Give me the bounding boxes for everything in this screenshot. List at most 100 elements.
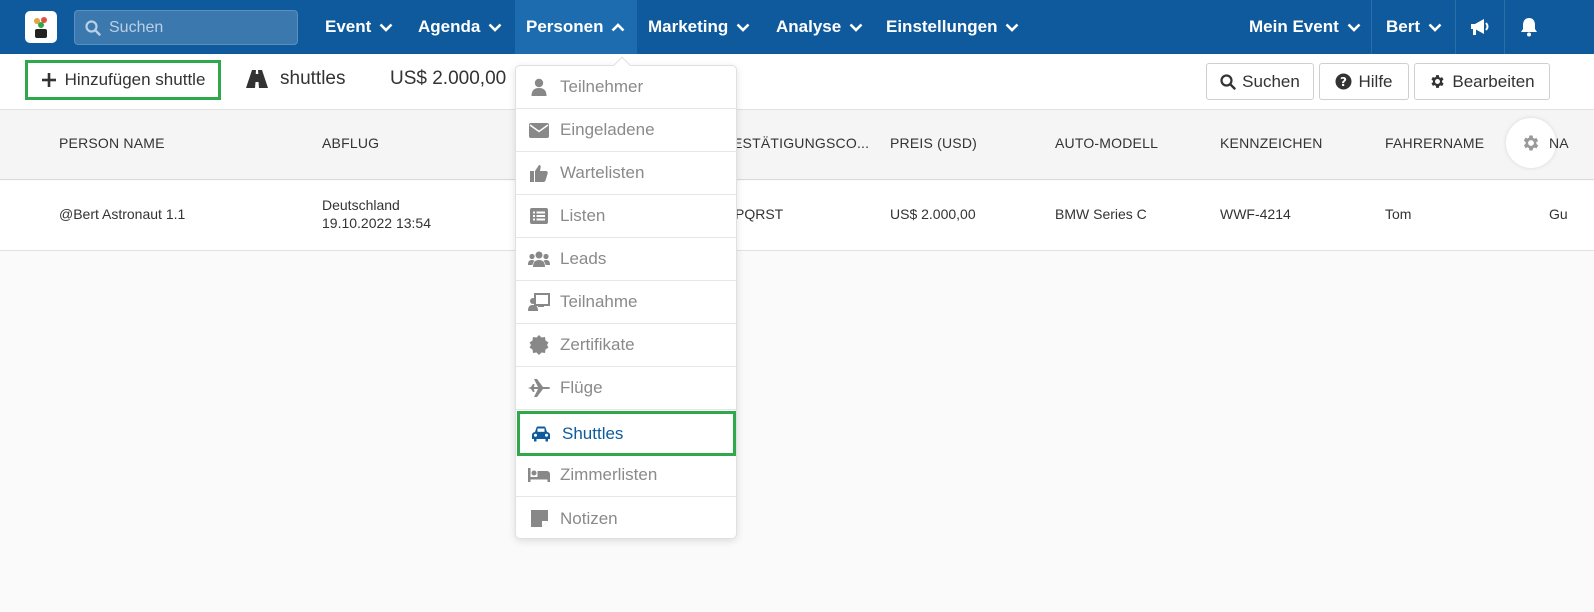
table-header: PERSON NAME ABFLUG ESTÄTIGUNGSCO... PREI… bbox=[0, 110, 1594, 180]
chevron-down-icon bbox=[488, 23, 502, 32]
nav-item-analyse[interactable]: Analyse bbox=[765, 0, 874, 54]
page-toolbar: Hinzufügen shuttle shuttles US$ 2.000,00… bbox=[0, 54, 1594, 110]
column-header[interactable]: ABFLUG bbox=[322, 135, 379, 151]
menu-item-label: Teilnahme bbox=[560, 292, 638, 311]
gear-icon bbox=[1523, 135, 1539, 151]
menu-item-wartelisten[interactable]: Wartelisten bbox=[516, 152, 736, 195]
menu-item-label: Zertifikate bbox=[560, 335, 635, 354]
bell-icon bbox=[1521, 18, 1537, 37]
plus-icon bbox=[41, 73, 56, 87]
chevron-down-icon bbox=[379, 23, 393, 32]
menu-item-zimmerlisten[interactable]: Zimmerlisten bbox=[516, 454, 736, 497]
table-row[interactable]: @Bert Astronaut 1.1 Deutschland 19.10.20… bbox=[0, 181, 1594, 251]
chevron-down-icon bbox=[1428, 23, 1442, 32]
top-navigation-bar: Event Agenda Personen Marketing Analyse … bbox=[0, 0, 1594, 54]
thumbs-up-icon bbox=[528, 164, 550, 182]
app-logo[interactable] bbox=[25, 11, 57, 43]
certificate-icon bbox=[528, 335, 550, 355]
user-icon bbox=[528, 78, 550, 96]
nav-item-einstellungen[interactable]: Einstellungen bbox=[875, 0, 1030, 54]
menu-item-fluege[interactable]: Flüge bbox=[516, 367, 736, 410]
menu-item-label: Shuttles bbox=[562, 423, 624, 443]
note-icon bbox=[528, 510, 550, 527]
car-icon bbox=[530, 426, 552, 442]
nav-divider bbox=[1371, 0, 1372, 54]
menu-item-listen[interactable]: Listen bbox=[516, 195, 736, 238]
chevron-up-icon bbox=[612, 22, 625, 31]
nav-item-label: Personen bbox=[526, 17, 604, 36]
cell-departure-date: 19.10.2022 13:54 bbox=[322, 215, 431, 231]
menu-item-eingeladene[interactable]: Eingeladene bbox=[516, 109, 736, 152]
column-header[interactable]: ESTÄTIGUNGSCO... bbox=[733, 135, 869, 151]
nav-item-label: Analyse bbox=[776, 17, 842, 36]
logo-icon bbox=[34, 17, 47, 38]
chevron-down-icon bbox=[1347, 23, 1361, 32]
nav-item-label: Mein Event bbox=[1249, 17, 1339, 36]
nav-item-label: Event bbox=[325, 17, 372, 36]
plane-icon bbox=[528, 379, 550, 397]
nav-item-personen[interactable]: Personen bbox=[515, 0, 637, 54]
notifications-button[interactable] bbox=[1505, 0, 1553, 54]
nav-item-mein-event[interactable]: Mein Event bbox=[1238, 0, 1372, 54]
menu-item-label: Teilnehmer bbox=[560, 77, 644, 96]
total-amount: US$ 2.000,00 bbox=[390, 68, 507, 89]
menu-item-shuttles[interactable]: Shuttles bbox=[517, 411, 736, 456]
chevron-down-icon bbox=[849, 23, 863, 32]
road-icon bbox=[246, 70, 268, 88]
cell-car-model: BMW Series C bbox=[1055, 206, 1147, 222]
nav-item-label: Agenda bbox=[418, 17, 481, 36]
help-button[interactable]: ? Hilfe bbox=[1319, 63, 1409, 100]
global-search[interactable] bbox=[74, 10, 298, 45]
svg-text:?: ? bbox=[1341, 75, 1348, 89]
gear-icon bbox=[1431, 75, 1444, 88]
menu-item-teilnehmer[interactable]: Teilnehmer bbox=[516, 66, 736, 109]
nav-item-agenda[interactable]: Agenda bbox=[407, 0, 513, 54]
menu-item-label: Listen bbox=[560, 206, 606, 225]
list-icon bbox=[528, 208, 550, 224]
search-button[interactable]: Suchen bbox=[1206, 63, 1314, 100]
nav-item-event[interactable]: Event bbox=[314, 0, 404, 54]
menu-item-label: Leads bbox=[560, 249, 607, 268]
megaphone-icon bbox=[1471, 19, 1489, 35]
announcements-button[interactable] bbox=[1456, 0, 1504, 54]
section-title: shuttles bbox=[245, 68, 345, 90]
nav-item-label: Einstellungen bbox=[886, 17, 998, 36]
edit-button[interactable]: Bearbeiten bbox=[1414, 63, 1550, 100]
column-header[interactable]: KENNZEICHEN bbox=[1220, 135, 1323, 151]
cell-person[interactable]: @Bert Astronaut 1.1 bbox=[59, 206, 185, 222]
search-button-label: Suchen bbox=[1242, 71, 1300, 91]
search-icon bbox=[85, 19, 101, 36]
cell-departure-place: Deutschland bbox=[322, 197, 400, 213]
column-header[interactable]: AUTO-MODELL bbox=[1055, 135, 1158, 151]
menu-item-label: Wartelisten bbox=[560, 163, 645, 182]
search-input[interactable] bbox=[109, 18, 279, 37]
search-icon bbox=[1220, 73, 1236, 90]
column-header[interactable]: FAHRERNAME bbox=[1385, 135, 1484, 151]
column-header[interactable]: NA bbox=[1549, 135, 1569, 151]
nav-item-label: Bert bbox=[1386, 17, 1421, 36]
nav-item-user[interactable]: Bert bbox=[1375, 0, 1453, 54]
menu-item-label: Flüge bbox=[560, 378, 603, 397]
section-label: shuttles bbox=[280, 68, 346, 89]
cell-price: US$ 2.000,00 bbox=[890, 206, 976, 222]
cell-confirmation-code: PQRST bbox=[735, 206, 784, 222]
menu-item-label: Notizen bbox=[560, 508, 618, 528]
envelope-icon bbox=[528, 122, 550, 138]
chevron-down-icon bbox=[1006, 23, 1019, 32]
menu-item-teilnahme[interactable]: Teilnahme bbox=[516, 281, 736, 324]
bed-icon bbox=[528, 468, 550, 482]
column-header[interactable]: PERSON NAME bbox=[59, 135, 165, 151]
menu-item-leads[interactable]: Leads bbox=[516, 238, 736, 281]
nav-item-label: Marketing bbox=[648, 17, 729, 36]
menu-item-label: Zimmerlisten bbox=[560, 465, 658, 484]
add-shuttle-button[interactable]: Hinzufügen shuttle bbox=[25, 60, 221, 100]
nav-item-marketing[interactable]: Marketing bbox=[637, 0, 761, 54]
cell-license-plate: WWF-4214 bbox=[1220, 206, 1291, 222]
question-circle-icon: ? bbox=[1335, 73, 1352, 90]
menu-item-zertifikate[interactable]: Zertifikate bbox=[516, 324, 736, 367]
cell-na: Gu bbox=[1549, 206, 1568, 222]
column-header[interactable]: PREIS (USD) bbox=[890, 135, 977, 151]
menu-item-notizen[interactable]: Notizen bbox=[516, 497, 736, 540]
cell-driver: Tom bbox=[1385, 206, 1412, 222]
personen-dropdown-menu: Teilnehmer Eingeladene Wartelisten Liste… bbox=[515, 56, 737, 540]
